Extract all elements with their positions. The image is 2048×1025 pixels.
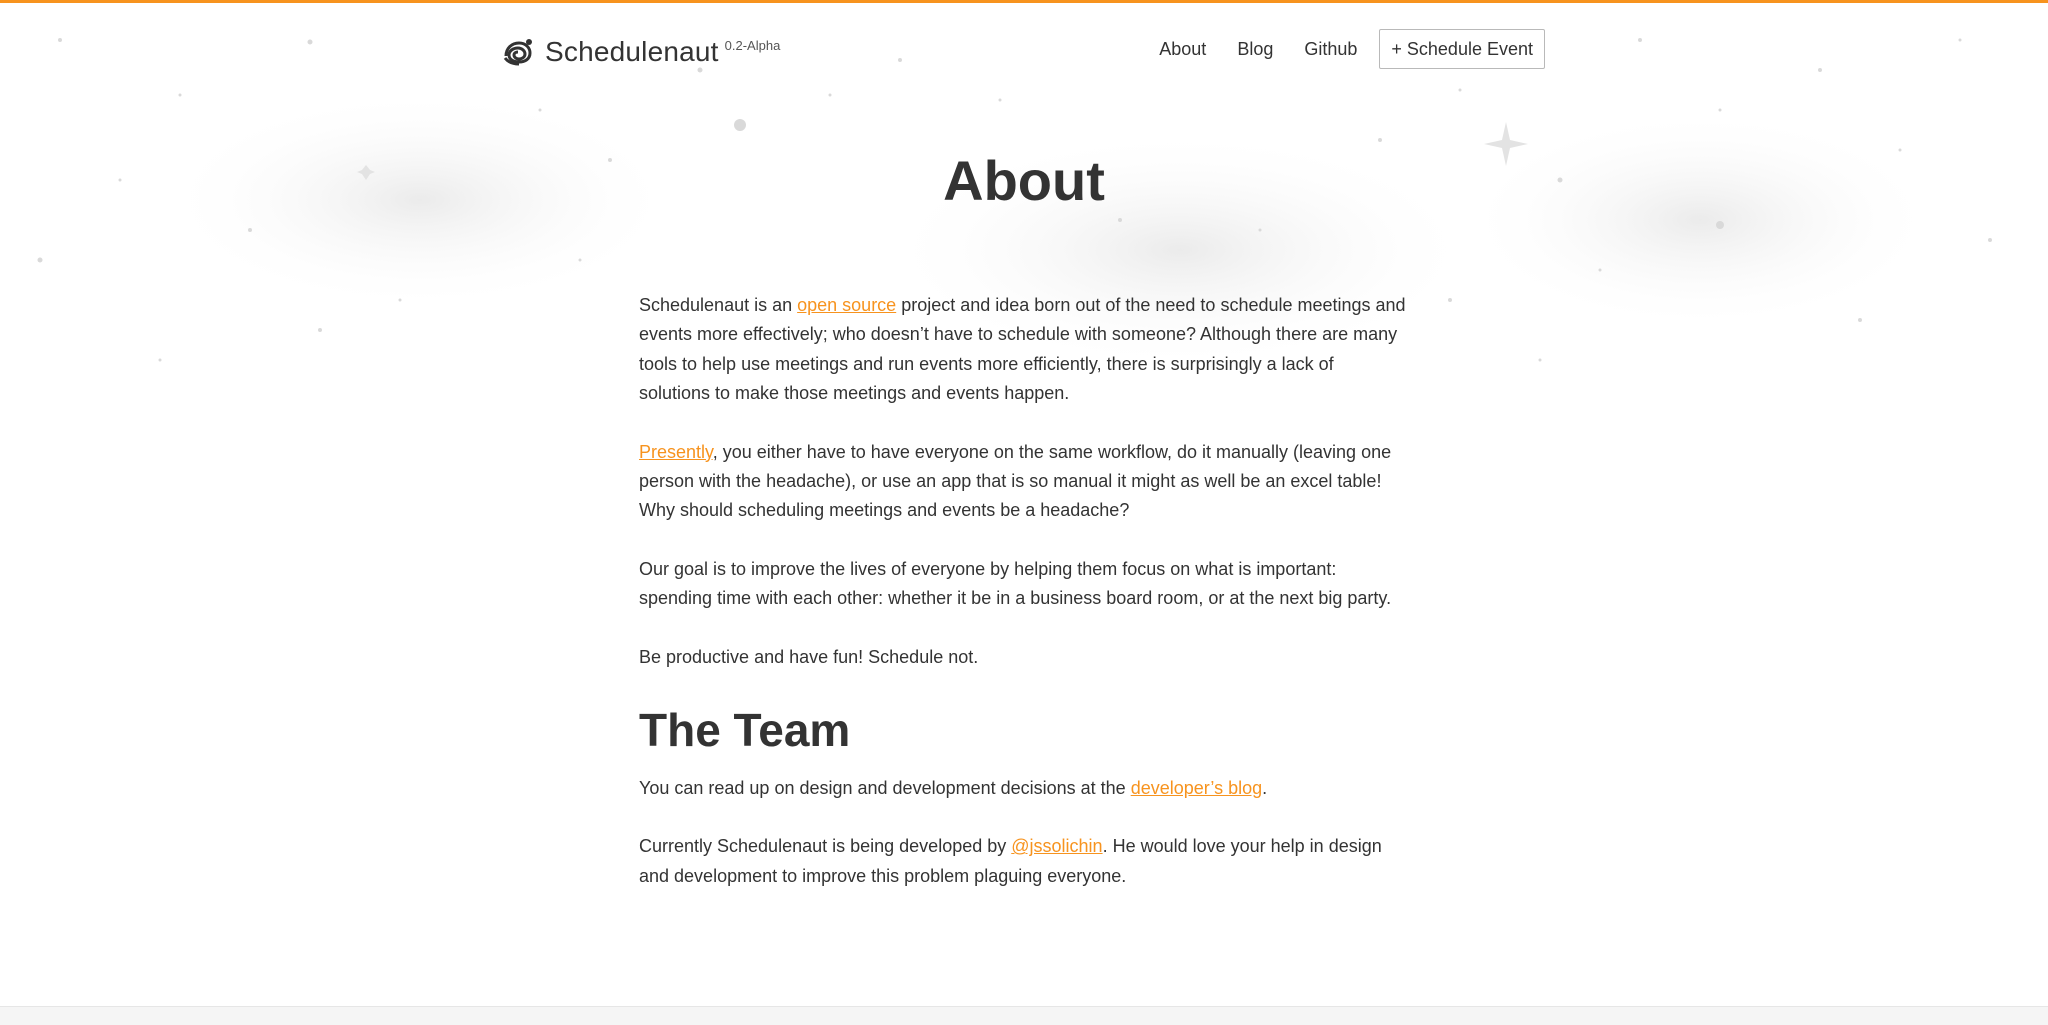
open-source-link[interactable]: open source	[797, 295, 896, 315]
nav-item-github[interactable]: Github	[1304, 30, 1357, 68]
about-p2-after: , you either have to have everyone on th…	[639, 441, 1392, 521]
main-nav: About Blog Github + Schedule Event	[1128, 29, 1545, 69]
about-paragraph-1: Schedulenaut is an open source project a…	[639, 291, 1409, 408]
snail-astronaut-icon	[503, 39, 532, 66]
developers-blog-link[interactable]: developer’s blog	[1131, 778, 1262, 798]
jssolichin-link[interactable]: @jssolichin	[1011, 836, 1102, 856]
nav-item-about[interactable]: About	[1159, 30, 1206, 68]
top-accent-bar	[0, 0, 2048, 3]
about-paragraph-3: Our goal is to improve the lives of ever…	[639, 558, 1392, 609]
brand-link[interactable]: Schedulenaut 0.2-Alpha	[503, 32, 780, 72]
team-heading: The Team	[639, 703, 851, 756]
brand-version: 0.2-Alpha	[724, 38, 781, 53]
team-p2-before: Currently Schedulenaut is being develope…	[639, 836, 1012, 857]
schedule-event-button[interactable]: + Schedule Event	[1379, 29, 1545, 69]
team-paragraph-1: You can read up on design and developmen…	[639, 774, 1409, 803]
nav-item-blog[interactable]: Blog	[1237, 30, 1273, 68]
about-content: Schedulenaut is an open source project a…	[639, 291, 1409, 920]
team-p1-before: You can read up on design and developmen…	[639, 777, 1131, 798]
site-header: Schedulenaut 0.2-Alpha About Blog Github…	[503, 26, 1545, 74]
page-title: About	[943, 149, 1105, 212]
about-paragraph-2: Presently, you either have to have every…	[639, 438, 1409, 526]
brand-name: Schedulenaut	[545, 36, 719, 67]
team-paragraph-2: Currently Schedulenaut is being develope…	[639, 832, 1409, 891]
presently-link[interactable]: Presently	[639, 442, 713, 462]
about-p1-before: Schedulenaut is an	[639, 295, 798, 315]
about-paragraph-4: Be productive and have fun! Schedule not…	[639, 646, 979, 667]
site-footer	[0, 1006, 2048, 1025]
team-p1-after: .	[1262, 777, 1268, 798]
